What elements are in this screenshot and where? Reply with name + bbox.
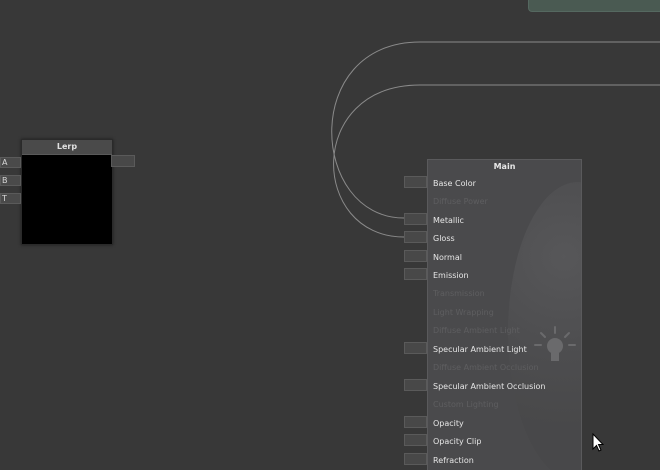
lerp-output-port[interactable] xyxy=(111,155,135,167)
port-specular-ambient-light[interactable] xyxy=(404,342,427,354)
row-specular-ambient-occlusion: Specular Ambient Occlusion xyxy=(433,382,546,391)
port-gloss[interactable] xyxy=(404,231,427,243)
lerp-input-t[interactable]: T xyxy=(0,193,21,204)
port-opacity[interactable] xyxy=(404,416,427,428)
port-opacity-clip[interactable] xyxy=(404,434,427,446)
main-node[interactable]: Main Base Color Diffuse Power Metallic G… xyxy=(427,159,582,470)
row-normal: Normal xyxy=(433,253,462,262)
top-panel-edge xyxy=(528,0,660,12)
row-refraction: Refraction xyxy=(433,456,474,465)
row-specular-ambient-light: Specular Ambient Light xyxy=(433,345,527,354)
main-node-title[interactable]: Main xyxy=(428,160,581,173)
port-base-color[interactable] xyxy=(404,176,427,188)
lerp-input-a[interactable]: A xyxy=(0,157,21,168)
port-specular-ambient-occlusion[interactable] xyxy=(404,379,427,391)
row-diffuse-ambient-occlusion: Diffuse Ambient Occlusion xyxy=(433,363,539,372)
row-emission: Emission xyxy=(433,271,469,280)
lerp-node-title[interactable]: Lerp xyxy=(22,140,112,155)
row-custom-lighting: Custom Lighting xyxy=(433,400,499,409)
row-diffuse-power: Diffuse Power xyxy=(433,197,488,206)
lightbulb-icon xyxy=(534,326,576,361)
port-metallic[interactable] xyxy=(404,213,427,225)
row-base-color: Base Color xyxy=(433,179,476,188)
lerp-input-b[interactable]: B xyxy=(0,175,21,186)
row-metallic: Metallic xyxy=(433,216,464,225)
lerp-node[interactable]: Lerp xyxy=(21,139,113,245)
row-gloss: Gloss xyxy=(433,234,455,243)
port-normal[interactable] xyxy=(404,250,427,262)
node-editor-canvas[interactable]: Lerp A B T Main Base Color Diffuse Power… xyxy=(0,0,660,470)
row-diffuse-ambient-light: Diffuse Ambient Light xyxy=(433,326,520,335)
row-transmission: Transmission xyxy=(433,289,485,298)
port-emission[interactable] xyxy=(404,268,427,280)
mouse-cursor-icon xyxy=(592,433,604,452)
row-light-wrapping: Light Wrapping xyxy=(433,308,494,317)
row-opacity: Opacity xyxy=(433,419,464,428)
port-refraction[interactable] xyxy=(404,453,427,465)
row-opacity-clip: Opacity Clip xyxy=(433,437,482,446)
